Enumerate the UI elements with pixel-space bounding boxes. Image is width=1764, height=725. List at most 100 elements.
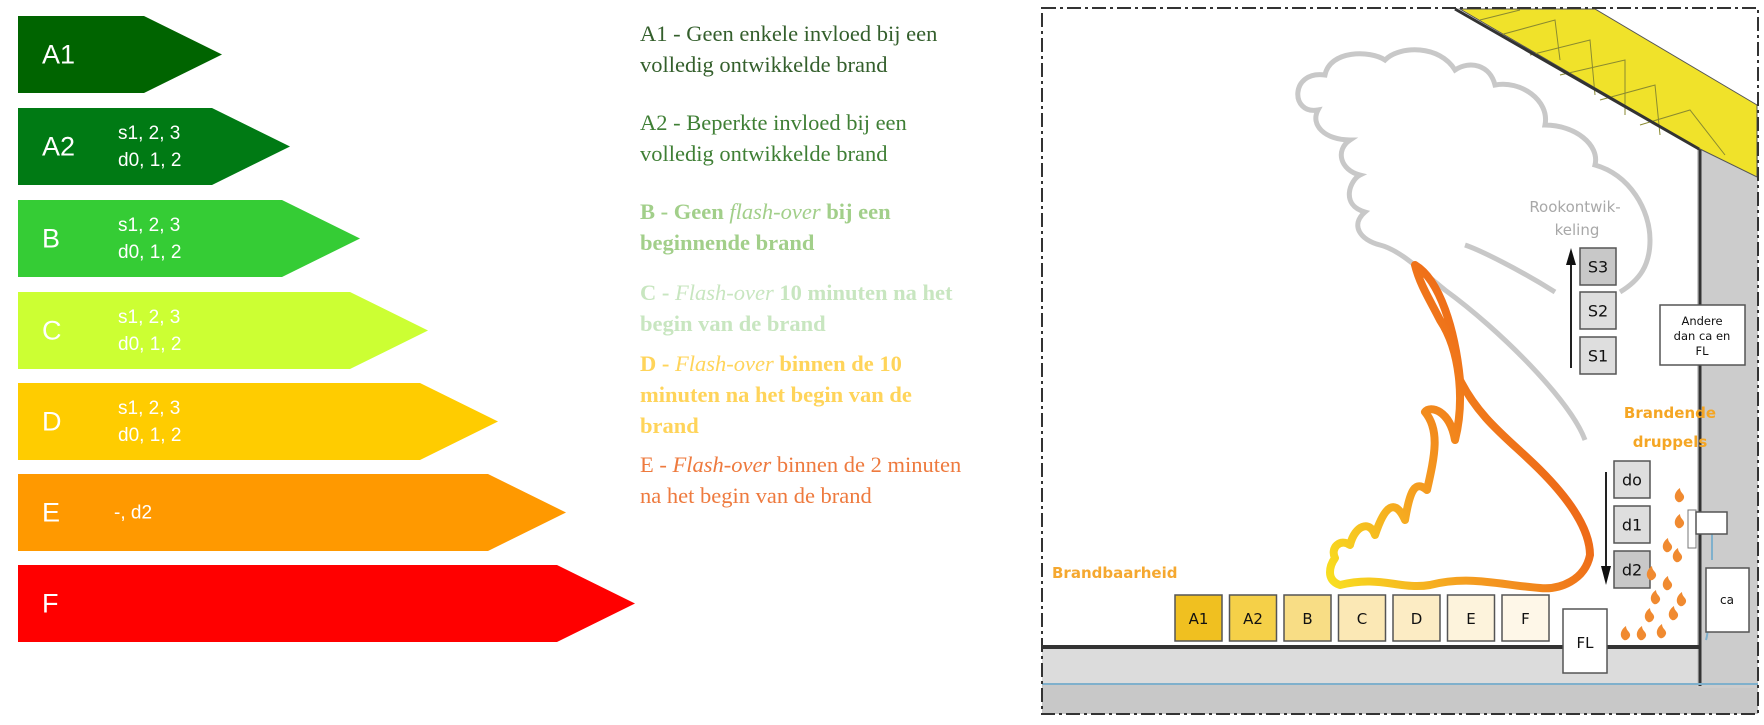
class-arrow-c: Cs1, 2, 3 d0, 1, 2 [18, 292, 428, 369]
description-line: E - Flash-over binnen de 2 minuten [640, 449, 961, 480]
class-arrow-a1: A1 [18, 16, 222, 93]
droplet-flame-icon [1662, 538, 1673, 553]
class-arrow-e: E -, d2 [18, 474, 566, 551]
description-line: na het begin van de brand [640, 480, 961, 511]
class-label: D [42, 406, 62, 436]
class-label: A1 [42, 39, 76, 69]
droplet-flame-icon [1620, 626, 1631, 641]
fl-label: FL [1577, 634, 1595, 652]
smoke-label: keling [1555, 221, 1600, 239]
flame [1326, 261, 1594, 593]
floor-class-label: E [1466, 610, 1475, 628]
class-arrow-f: F [18, 565, 635, 642]
class-arrow-a2: A2 s1, 2, 3 d0, 1, 2 [18, 108, 290, 185]
droplet-flame-icon [1636, 626, 1647, 641]
droplet-flame-icon [1674, 488, 1685, 503]
description-line: beginnende brand [640, 227, 891, 258]
class-subclasses: s1, 2, 3 d0, 1, 2 [118, 306, 182, 355]
droplet-flame-icon [1672, 548, 1683, 563]
text-segment: volledig ontwikkelde brand [640, 141, 888, 166]
droplet-class-label: do [1622, 471, 1642, 490]
droplet-flame-icon [1650, 590, 1661, 605]
class-subclasses: s1, 2, 3 d0, 1, 2 [118, 214, 182, 263]
droplet-flame-icon [1668, 606, 1679, 621]
floor-base [1042, 685, 1758, 714]
droplet-flame-icon [1662, 576, 1673, 591]
droplet-class-label: d1 [1622, 516, 1642, 535]
class-label: C [42, 315, 62, 345]
italic-term: Flash-over [675, 280, 774, 305]
description-line: brand [640, 410, 912, 441]
smoke-cloud [1295, 47, 1653, 441]
other-label: Andere [1681, 314, 1722, 328]
text-segment: E - [640, 452, 673, 477]
description-line: C - Flash-over 10 minuten na het [640, 277, 953, 308]
italic-term: Flash-over [675, 351, 774, 376]
text-segment: na het begin van de brand [640, 483, 872, 508]
other-label: FL [1695, 344, 1709, 358]
text-segment: D - [640, 351, 675, 376]
italic-term: Flash-over [672, 452, 772, 477]
class-arrow-b: Bs1, 2, 3 d0, 1, 2 [18, 200, 360, 277]
class-label: E [42, 497, 61, 527]
description-line: A2 - Beperkte invloed bij een [640, 107, 907, 138]
smoke-class-label: S3 [1588, 258, 1608, 277]
text-segment: begin van de brand [640, 311, 826, 336]
text-segment: brand [640, 413, 699, 438]
droplet-flame-icon [1656, 624, 1667, 639]
description-3: C - Flash-over 10 minuten na het begin va… [640, 277, 953, 339]
class-label: A2 [42, 131, 76, 161]
fire-classification-diagram: Rookontwik- keling S3 S2 S1 Brandende drup… [1041, 7, 1759, 715]
floor-class-label: D [1411, 610, 1423, 628]
arrow-up-icon [1566, 248, 1576, 265]
description-line: D - Flash-over binnen de 10 [640, 348, 912, 379]
smoke-class-label: S1 [1588, 347, 1608, 366]
class-subclasses: -, d2 [114, 502, 153, 523]
floor-class-label: C [1357, 610, 1367, 628]
class-subclasses: s1, 2, 3 d0, 1, 2 [118, 122, 182, 171]
droplet-flame-icon [1644, 608, 1655, 623]
class-label: B [42, 223, 61, 253]
text-segment: binnen de 10 [773, 351, 902, 376]
description-line: A1 - Geen enkele invloed bij een [640, 18, 937, 49]
text-segment: A1 - Geen enkele invloed bij een [640, 21, 938, 46]
bracket [1687, 509, 1697, 549]
arrow-down-icon [1601, 566, 1611, 585]
text-segment: beginnende brand [640, 230, 815, 255]
class-arrow-d: Ds1, 2, 3 d0, 1, 2 [18, 383, 498, 460]
text-segment: volledig ontwikkelde brand [640, 52, 888, 77]
description-line: volledig ontwikkelde brand [640, 138, 907, 169]
description-1: A2 - Beperkte invloed bij een volledig on… [640, 107, 907, 169]
class-subclasses: s1, 2, 3 d0, 1, 2 [118, 397, 182, 446]
description-2: B - Geen flash-over bij een beginnende br… [640, 196, 891, 258]
description-0: A1 - Geen enkele invloed bij een volledig… [640, 18, 937, 80]
description-line: begin van de brand [640, 308, 953, 339]
other-label: dan ca en [1674, 329, 1731, 343]
smoke-class-label: S2 [1588, 302, 1608, 321]
ca-label: ca [1720, 593, 1734, 607]
text-segment: B - Geen [640, 199, 730, 224]
text-segment: A2 - Beperkte invloed bij een [640, 110, 907, 135]
droplets-label: Brandende [1624, 404, 1716, 422]
smoke-label: Rookontwik- [1529, 198, 1620, 216]
small-box [1695, 511, 1728, 535]
droplet-flame-icon [1676, 592, 1687, 607]
floor-class-label: B [1302, 610, 1312, 628]
floor-class-label: A2 [1243, 610, 1263, 628]
floor-class-label: F [1521, 610, 1530, 628]
italic-term: flash-over [729, 199, 821, 224]
text-segment: 10 minuten na het [773, 280, 953, 305]
droplets-label: druppels [1633, 433, 1708, 451]
droplet-class-label: d2 [1622, 561, 1642, 580]
text-segment: C - [640, 280, 675, 305]
droplet-flame-icon [1674, 514, 1685, 529]
description-line: volledig ontwikkelde brand [640, 49, 937, 80]
description-5: E - Flash-over binnen de 2 minuten na het… [640, 449, 961, 511]
text-segment: minuten na het begin van de [640, 382, 912, 407]
class-label: F [42, 588, 59, 618]
combustibility-label: Brandbaarheid [1052, 564, 1177, 582]
floor-class-label: A1 [1189, 610, 1209, 628]
description-line: minuten na het begin van de [640, 379, 912, 410]
text-segment: bij een [820, 199, 891, 224]
text-segment: binnen de 2 minuten [771, 452, 962, 477]
